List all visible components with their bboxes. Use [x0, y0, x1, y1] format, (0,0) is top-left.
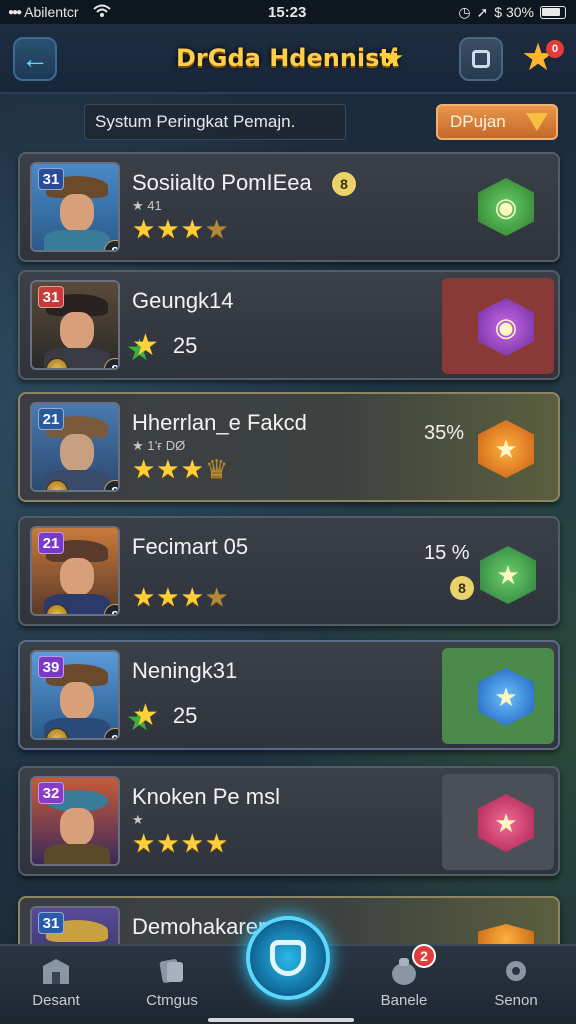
shooting-star-icon: ★	[132, 699, 159, 732]
rank-badge: 32	[38, 782, 64, 804]
ranking-subtitle: Systum Peringkat Pemajn.	[84, 104, 346, 140]
ranking-row[interactable]: 32 Knoken Pe msl ★ ★★★★ ★	[18, 766, 560, 876]
favorites-badge: 0	[546, 40, 564, 58]
hero-portrait: 39 9	[30, 650, 120, 740]
rank-badge: 21	[38, 532, 64, 554]
score-row: ★ 25	[132, 328, 197, 363]
percent-value: 35%	[424, 422, 465, 444]
nav-label: Banele	[380, 992, 428, 1009]
arrow-left-icon: ←	[21, 43, 49, 74]
star-icon: ★	[480, 546, 536, 604]
battery-icon	[540, 5, 566, 19]
star-rating: ★★★★	[132, 582, 230, 612]
nav-item-senon[interactable]: Senon	[468, 956, 564, 1009]
rank-badge: 31	[38, 912, 64, 934]
rank-badge: 21	[38, 408, 64, 430]
star-icon: ★	[381, 43, 405, 73]
search-button[interactable]	[459, 37, 503, 81]
player-sub: ★ 41	[132, 198, 162, 213]
star-rating: ★★★★	[132, 828, 230, 858]
top-header: ← DrGda Hdennisti ★ ★ 0	[0, 24, 576, 94]
star-rating: ★★★★	[132, 214, 230, 244]
player-name: Knoken Pe msl	[132, 784, 280, 809]
gear-icon	[506, 961, 526, 981]
nav-label: Senon	[494, 992, 538, 1009]
shield-icon: ◉	[478, 178, 534, 236]
star-icon: ★	[478, 420, 534, 478]
percent-value: 15 %	[424, 542, 470, 564]
battery-text: $ 30%	[494, 4, 534, 20]
status-bar: ●●● Abilentcr 15:23 ◷ ➚ $ 30%	[0, 0, 576, 24]
ranking-row[interactable]: 21 8 Hherrlan_e Fakcd ★ 1’ғ DØ ★★★♛ 35% …	[18, 392, 560, 502]
page-title: DrGda Hdennisti	[176, 44, 400, 72]
player-name: Hherrlan_e Fakcd	[132, 410, 307, 435]
home-icon	[270, 940, 306, 976]
filter-label: DPujan	[450, 112, 506, 131]
alarm-icon: ◷	[458, 3, 471, 20]
ranking-row[interactable]: 39 9 Neningk31 ★ 25 ★	[18, 640, 560, 750]
carrier-label: Abilentcr	[24, 4, 79, 20]
hero-portrait: 21 8	[30, 526, 120, 616]
hero-portrait: 31 8	[30, 162, 120, 252]
shooting-star-icon: ★	[132, 329, 159, 362]
player-sub: ★	[132, 812, 144, 827]
hero-portrait: 21 8	[30, 402, 120, 492]
signal-icon: ●●●	[8, 6, 22, 18]
cards-icon	[159, 959, 183, 983]
back-button[interactable]: ←	[13, 37, 57, 81]
notification-badge: 2	[412, 944, 436, 968]
rank-badge: 31	[38, 168, 64, 190]
rank-badge: 31	[38, 286, 64, 308]
lock-icon: 8	[332, 172, 356, 196]
filter-dropdown[interactable]: DPujan	[436, 104, 558, 140]
nav-item-ctmgus[interactable]: Ctmgus	[124, 956, 220, 1009]
score-row: ★ 25	[132, 698, 197, 733]
player-name: Neningk31	[132, 658, 238, 683]
clock: 15:23	[268, 3, 307, 21]
wifi-icon	[92, 4, 111, 21]
hero-portrait: 31 8	[30, 280, 120, 370]
rank-badge: 39	[38, 656, 64, 678]
score-value: 25	[172, 702, 198, 728]
fortress-icon	[43, 959, 69, 984]
nav-item-banele[interactable]: Banele	[356, 956, 452, 1009]
nav-label: Desant	[32, 992, 80, 1009]
nav-label: Ctmgus	[146, 992, 198, 1009]
hero-portrait: 32	[30, 776, 120, 866]
lock-icon: 8	[450, 576, 474, 600]
player-name: Geungk14	[132, 288, 234, 313]
player-name: Sosiialto PomIEea	[132, 170, 312, 195]
home-indicator	[208, 1018, 354, 1022]
location-icon: ➚	[476, 3, 489, 20]
ranking-row[interactable]: 31 8 Sosiialto PomIEea 8 ★ 41 ★★★★ ◉	[18, 152, 560, 262]
star-rating: ★★★♛	[132, 454, 230, 484]
player-name: Fecimart 05	[132, 534, 249, 559]
home-button[interactable]	[246, 916, 330, 1000]
nav-item-desant[interactable]: Desant	[8, 956, 104, 1009]
chevron-down-icon	[526, 113, 548, 131]
ranking-row[interactable]: 31 8 Geungk14 ★ 25 ◉	[18, 270, 560, 380]
ranking-row[interactable]: 21 8 Fecimart 05 ★★★★ 15 % 8 ★	[18, 516, 560, 626]
player-sub: ★ 1’ғ DØ	[132, 438, 186, 453]
search-icon	[472, 50, 490, 68]
score-value: 25	[172, 332, 198, 358]
